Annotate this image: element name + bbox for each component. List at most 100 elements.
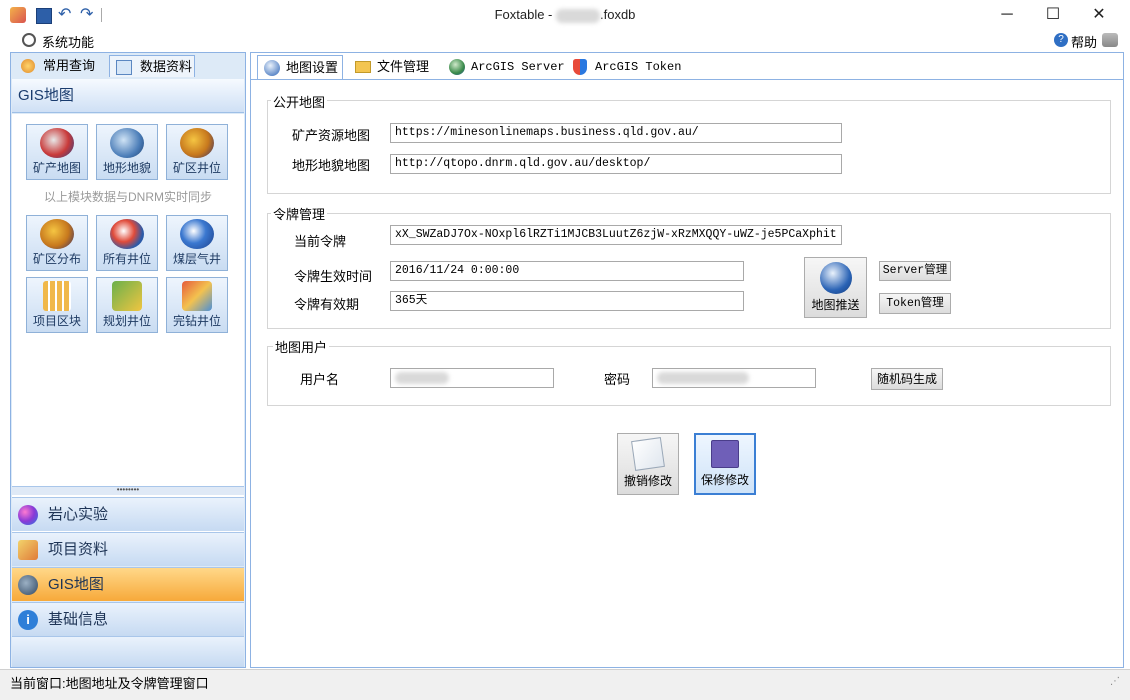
token-effective-label: 令牌生效时间 [294,269,373,284]
nav-label: GIS地图 [48,576,104,593]
nav-basic-info[interactable]: i 基础信息 [12,602,244,636]
tile-label: 地形地貌 [102,161,151,175]
mineral-map-url-field[interactable]: https://minesonlinemaps.business.qld.gov… [390,123,842,143]
tile-planned-wells[interactable]: 规划井位 [96,277,158,333]
map-pin-icon [112,281,142,311]
mine-area-icon [180,128,214,158]
window-title-suffix: .foxdb [600,7,636,22]
all-wells-icon [110,219,144,249]
splitter-handle[interactable]: •••••••• [12,486,244,495]
tile-cbm-wells[interactable]: 煤层气井 [166,215,228,271]
username-label: 用户名 [300,372,340,387]
minimize-button[interactable]: ─ [984,0,1030,30]
tab-arcgis-token[interactable]: ArcGIS Token [569,55,682,79]
current-token-label: 当前令牌 [294,234,347,249]
token-validity-label: 令牌有效期 [294,297,360,312]
map-user-title: 地图用户 [273,337,330,356]
random-code-button[interactable]: 随机码生成 [871,368,943,390]
tab-label: ArcGIS Server [471,60,565,74]
tab-file-management[interactable]: 文件管理 [351,55,435,79]
tile-project-blocks[interactable]: 项目区块 [26,277,88,333]
cancel-changes-button[interactable]: 撤销修改 [617,433,679,495]
redacted-filename [556,8,600,23]
mineral-map-label: 矿产资源地图 [292,128,371,143]
tab-label: 常用查询 [43,58,96,73]
menu-bar: 系统功能 ? 帮助 [0,30,1130,52]
tab-data[interactable]: 数据资料 [109,55,195,77]
password-field[interactable] [652,368,816,388]
tile-mineral-map[interactable]: 矿产地图 [26,124,88,180]
tile-label: 矿区分布 [32,252,81,266]
tab-label: 文件管理 [377,59,430,74]
nav-project-data[interactable]: 项目资料 [12,532,244,566]
status-bar: 当前窗口:地图地址及令牌管理窗口 ⋰ [0,669,1130,700]
close-button[interactable]: ✕ [1076,0,1122,30]
tile-label: 所有井位 [102,252,151,266]
csg-icon [180,219,214,249]
nav-gis-map[interactable]: GIS地图 [12,567,244,601]
map-push-button[interactable]: 地图推送 [804,257,867,318]
button-label: 保修修改 [700,473,749,487]
edit-pencil-icon [631,437,665,471]
public-map-group [267,100,1111,194]
redacted-username [395,371,449,384]
tile-label: 规划井位 [102,314,151,328]
gis-section-header: GIS地图 [12,79,244,113]
map-icon [182,281,212,311]
current-token-field[interactable]: xX_SWZaDJ7Ox-NOxpl6lRZTi1MJCB3LuutZ6zjW-… [390,225,842,245]
resize-grip-icon[interactable]: ⋰ [1110,676,1120,687]
token-effective-field[interactable]: 2016/11/24 0:00:00 [390,261,744,281]
tile-all-wells[interactable]: 所有井位 [96,215,158,271]
australia-flag-icon [40,128,74,158]
public-map-title: 公开地图 [271,92,328,111]
tab-label: 地图设置 [286,60,339,75]
token-manage-button[interactable]: Token管理 [879,293,951,314]
window-title-prefix: Foxtable - [494,7,556,22]
terrain-map-label: 地形地貌地图 [292,158,371,173]
button-label: 撤销修改 [623,474,672,488]
folder-icon [18,540,38,560]
nav-label: 岩心实验 [48,506,109,523]
username-field[interactable] [390,368,554,388]
status-text: 当前窗口:地图地址及令牌管理窗口 [10,676,209,691]
nav-core-experiment[interactable]: 岩心实验 [12,497,244,531]
tab-label: ArcGIS Token [595,60,682,74]
password-label: 密码 [604,372,631,387]
tab-map-settings[interactable]: 地图设置 [257,55,343,79]
core-icon [18,505,38,525]
tile-label: 完钻井位 [172,314,221,328]
button-label: 地图推送 [811,298,860,312]
server-manage-button[interactable]: Server管理 [879,261,951,281]
tile-mine-wells[interactable]: 矿区井位 [166,124,228,180]
gis-icon [18,575,38,595]
globe-icon [264,60,280,76]
redacted-password [657,371,749,384]
right-panel: 地图设置 文件管理 ArcGIS Server ArcGIS Token 公开地… [250,52,1124,668]
system-menu[interactable]: 系统功能 [42,32,94,51]
window-title: Foxtable - .foxdb [0,7,1130,23]
folder-icon [355,61,371,73]
gear-icon [22,33,36,47]
sync-note: 以上模块数据与DNRM实时同步 [44,190,212,204]
floppy-disk-icon [711,440,739,468]
terrain-map-url-field[interactable]: http://qtopo.dnrm.qld.gov.au/desktop/ [390,154,842,174]
tab-common-query[interactable]: 常用查询 [13,55,109,77]
title-bar: ↶ ↷ Foxtable - .foxdb ─ ☐ ✕ [0,0,1130,31]
arcgis-globe-icon [449,59,465,75]
tab-label: 数据资料 [140,59,193,74]
module-tile-area: 矿产地图 地形地貌 矿区井位 以上模块数据与DNRM实时同步 矿区分布 所有井位… [12,114,244,540]
tab-arcgis-server[interactable]: ArcGIS Server [445,55,565,79]
grid-blocks-icon [43,281,71,311]
left-panel: 常用查询 数据资料 GIS地图 矿产地图 地形地貌 矿区井位 以上模块数据与DN… [10,52,246,668]
nav-label: 基础信息 [48,611,109,628]
tile-terrain-map[interactable]: 地形地貌 [96,124,158,180]
info-icon: i [18,610,38,630]
save-changes-button[interactable]: 保修修改 [694,433,756,495]
help-menu[interactable]: 帮助 [1071,32,1097,51]
skin-icon[interactable] [1102,33,1118,47]
token-title: 令牌管理 [271,204,328,223]
token-validity-field[interactable]: 365天 [390,291,744,311]
tile-mine-distribution[interactable]: 矿区分布 [26,215,88,271]
tile-drilled-wells[interactable]: 完钻井位 [166,277,228,333]
maximize-button[interactable]: ☐ [1030,0,1076,30]
